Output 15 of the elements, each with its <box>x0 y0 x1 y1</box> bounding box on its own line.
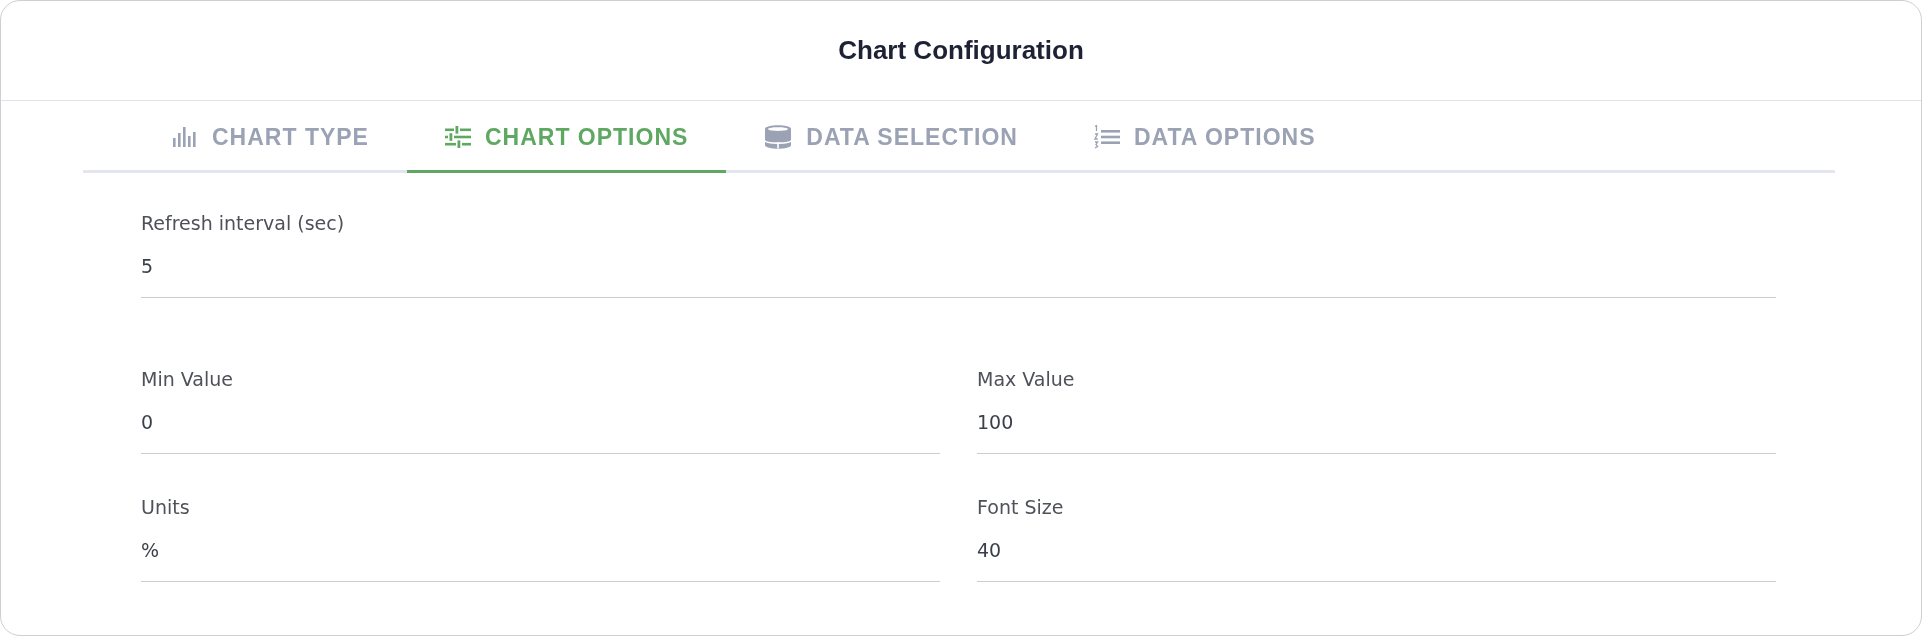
field-label: Refresh interval (sec) <box>141 211 346 235</box>
field-label: Units <box>141 495 191 519</box>
dialog-title: Chart Configuration <box>838 35 1084 66</box>
input-field[interactable]: 40 <box>977 530 1776 582</box>
field-label: Font Size <box>977 495 1065 519</box>
numbered-list-icon <box>1093 125 1120 149</box>
database-icon <box>764 123 793 151</box>
input-field[interactable]: 0 <box>141 402 940 454</box>
input-field[interactable]: 100 <box>977 402 1776 454</box>
input-field[interactable]: % <box>141 530 940 582</box>
input-field[interactable]: 5 <box>141 246 1776 298</box>
sliders-icon <box>444 126 471 148</box>
field-label: Max Value <box>977 367 1076 391</box>
field-label: Min Value <box>141 367 234 391</box>
bar-chart-icon <box>172 127 198 147</box>
